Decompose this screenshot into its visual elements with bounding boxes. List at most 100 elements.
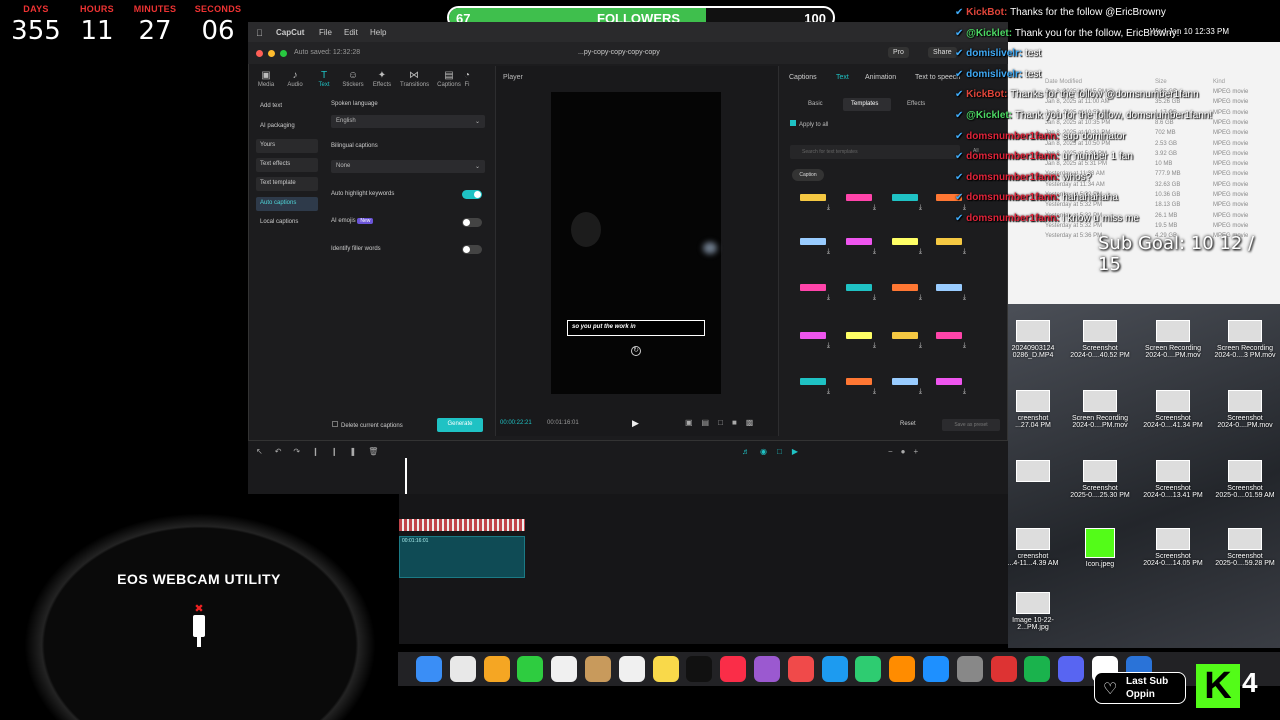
desktop-file-icon[interactable]: Icon.jpeg xyxy=(1067,528,1133,568)
dock-app-icon[interactable] xyxy=(889,656,916,682)
finder-row[interactable]: Jan 8, 2025 at 5:31 PM 10 MB MPEG movie xyxy=(1012,161,1262,171)
tab-animation[interactable]: Animation xyxy=(865,74,896,81)
player-controls[interactable]: ▣▤□■▩ xyxy=(685,418,762,427)
play-icon[interactable]: ▶ xyxy=(632,418,639,429)
desktop-file-icon[interactable]: Screenshot 2025-0....59.28 PM xyxy=(1212,528,1278,567)
tool-effects[interactable]: ✦ Effects xyxy=(368,70,396,88)
auto-highlight-toggle[interactable] xyxy=(462,190,482,199)
caption-template[interactable]: ⤓ xyxy=(842,372,876,402)
spoken-language-select[interactable]: English ⌄ xyxy=(331,115,485,128)
caption-template[interactable]: ⤓ xyxy=(842,232,876,262)
timeline-right-tools[interactable]: ♬◉□▶ xyxy=(742,447,808,456)
desktop-file-icon[interactable]: Screenshot 2024-0....41.34 PM xyxy=(1140,390,1206,429)
side-text-effects[interactable]: Text effects xyxy=(256,158,318,172)
download-icon[interactable]: ⤓ xyxy=(796,204,830,212)
tool-media[interactable]: ▣ Media xyxy=(252,70,280,88)
download-icon[interactable]: ⤓ xyxy=(842,388,876,396)
download-icon[interactable]: ⤓ xyxy=(932,388,966,396)
side-add-text[interactable]: Add text xyxy=(256,100,318,114)
minimize-window-button[interactable] xyxy=(268,50,275,57)
desktop-file-icon[interactable]: Screen Recording 2024-0....PM.mov xyxy=(1140,320,1206,359)
desktop-file-icon[interactable]: Screenshot 2025-0....25.30 PM xyxy=(1067,460,1133,499)
dock-app-icon[interactable] xyxy=(618,656,645,682)
finder-row[interactable]: Jan 8, 2025 at 10:35 PM 8.6 GB MPEG movie xyxy=(1012,120,1262,130)
apple-icon[interactable]:  xyxy=(256,28,263,38)
desktop-file-icon[interactable]: creenshot ...4-11...4.39 AM xyxy=(1000,528,1066,567)
finder-row[interactable]: Yesterday at 5:32 PM 19.5 MB MPEG movie xyxy=(1012,223,1262,233)
caption-template[interactable]: ⤓ xyxy=(796,326,830,356)
dock-app-icon[interactable] xyxy=(956,656,983,682)
subtab-basic[interactable]: Basic xyxy=(808,101,823,107)
caption-template[interactable]: ⤓ xyxy=(888,326,922,356)
download-icon[interactable]: ⤓ xyxy=(888,294,922,302)
dock-app-icon[interactable] xyxy=(585,656,611,682)
caption-template[interactable]: ⤓ xyxy=(796,372,830,402)
menu-help[interactable]: Help xyxy=(370,28,386,37)
dock-app-icon[interactable] xyxy=(416,656,442,682)
subtab-templates[interactable]: Templates xyxy=(843,98,891,111)
caption-template[interactable]: ⤓ xyxy=(932,372,966,402)
bilingual-select[interactable]: None ⌄ xyxy=(331,160,485,173)
caption-template[interactable]: ⤓ xyxy=(796,188,830,218)
desktop-file-icon[interactable]: Screen Recording 2024-0....3 PM.mov xyxy=(1212,320,1278,359)
dock-app-icon[interactable] xyxy=(923,656,949,682)
download-icon[interactable]: ⤓ xyxy=(888,248,922,256)
apply-all-row[interactable]: Apply to all xyxy=(790,120,828,128)
desktop-file-icon[interactable]: Screenshot 2024-0....PM.mov xyxy=(1212,390,1278,429)
download-icon[interactable]: ⤓ xyxy=(796,294,830,302)
download-icon[interactable]: ⤓ xyxy=(932,294,966,302)
dock-app-icon[interactable] xyxy=(990,656,1017,682)
desktop-file-icon[interactable]: Screen Recording 2024-0....PM.mov xyxy=(1067,390,1133,429)
caption-template[interactable]: ⤓ xyxy=(888,232,922,262)
finder-row[interactable]: Yesterday at 5:32 PM 18.13 GB MPEG movie xyxy=(1012,202,1262,212)
download-icon[interactable]: ⤓ xyxy=(796,342,830,350)
apply-all-checkbox[interactable] xyxy=(790,120,796,126)
dock-app-icon[interactable] xyxy=(821,656,848,682)
caption-template[interactable]: ⤓ xyxy=(932,232,966,262)
save-preset-button[interactable]: Save as preset xyxy=(942,419,1000,431)
dock-app-icon[interactable] xyxy=(787,656,814,682)
zoom-controls[interactable]: −●+ xyxy=(888,447,926,456)
col-date-modified[interactable]: Date Modified xyxy=(1045,79,1082,85)
desktop-file-icon[interactable]: Screenshot 2025-0....01.59 AM xyxy=(1212,460,1278,499)
tool-filters[interactable]: ◔ Fi xyxy=(460,70,474,88)
download-icon[interactable]: ⤓ xyxy=(796,388,830,396)
subtab-effects[interactable]: Effects xyxy=(907,101,925,107)
side-auto-captions[interactable]: Auto captions xyxy=(256,197,318,211)
rotate-handle-icon[interactable]: ↻ xyxy=(631,346,641,356)
desktop-file-icon[interactable] xyxy=(1000,460,1066,485)
menu-edit[interactable]: Edit xyxy=(344,28,358,37)
finder-row[interactable]: Yesterday at 11:34 AM 32.63 GB MPEG movie xyxy=(1012,182,1262,192)
download-icon[interactable]: ⤓ xyxy=(842,342,876,350)
tool-captions[interactable]: ▤ Captions xyxy=(435,70,463,88)
tool-transitions[interactable]: ⋈ Transitions xyxy=(400,70,429,88)
download-icon[interactable]: ⤓ xyxy=(932,342,966,350)
ai-emojis-toggle[interactable] xyxy=(462,218,482,227)
caption-template[interactable]: ⤓ xyxy=(842,278,876,308)
desktop-file-icon[interactable]: Image 10-22- 2...PM.jpg xyxy=(1000,592,1066,631)
zoom-window-button[interactable] xyxy=(280,50,287,57)
dock-app-icon[interactable] xyxy=(483,656,510,682)
dock-app-icon[interactable] xyxy=(754,656,780,682)
desktop-file-icon[interactable]: 20240903124 0286_D.MP4 xyxy=(1000,320,1066,359)
pro-button[interactable]: Pro xyxy=(888,47,909,58)
caption-template[interactable]: ⤓ xyxy=(842,188,876,218)
download-icon[interactable]: ⤓ xyxy=(888,342,922,350)
menu-file[interactable]: File xyxy=(319,28,332,37)
generate-button[interactable]: Generate xyxy=(437,418,483,432)
desktop-file-icon[interactable]: Screenshot 2024-0....40.52 PM xyxy=(1067,320,1133,359)
share-button[interactable]: Share xyxy=(928,47,957,58)
caption-template[interactable]: ⤓ xyxy=(842,326,876,356)
download-icon[interactable]: ⤓ xyxy=(888,204,922,212)
filler-words-toggle[interactable] xyxy=(462,245,482,254)
dock-app-icon[interactable] xyxy=(652,656,679,682)
video-track-clip[interactable]: 00:01:16:01 xyxy=(399,536,525,578)
delete-captions-checkbox[interactable] xyxy=(332,421,338,427)
caption-template[interactable]: ⤓ xyxy=(888,188,922,218)
caption-template[interactable]: ⤓ xyxy=(932,326,966,356)
download-icon[interactable]: ⤓ xyxy=(842,204,876,212)
desktop-file-icon[interactable]: creenshot ...27.04 PM xyxy=(1000,390,1066,429)
desktop-file-icon[interactable]: Screenshot 2024-0....13.41 PM xyxy=(1140,460,1206,499)
download-icon[interactable]: ⤓ xyxy=(932,248,966,256)
dock-app-icon[interactable] xyxy=(1058,656,1085,682)
